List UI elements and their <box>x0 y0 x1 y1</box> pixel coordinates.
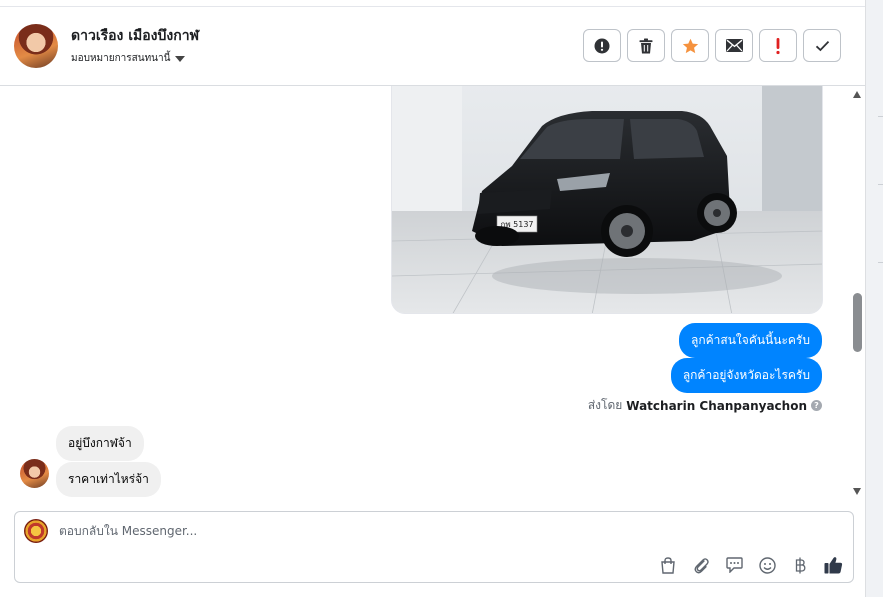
delete-button[interactable] <box>627 29 665 62</box>
exclamation-icon <box>776 37 780 54</box>
scroll-thumb[interactable] <box>853 293 862 352</box>
scroll-down-arrow-icon[interactable] <box>853 488 861 495</box>
assign-label: มอบหมายการสนทนานี้ <box>71 53 171 64</box>
page-avatar <box>24 519 48 543</box>
contact-avatar-small <box>20 459 49 488</box>
message-thread: กพ 5137 ลูกค้าสนใจคันนี้นะครับ ลูกค้าอยู… <box>0 86 865 499</box>
star-button[interactable] <box>671 29 709 62</box>
star-icon <box>682 38 698 53</box>
incoming-message[interactable]: ราคาเท่าไหร่จ้า <box>56 462 161 497</box>
contact-avatar[interactable] <box>14 24 58 68</box>
thread-scrollbar[interactable] <box>850 86 865 499</box>
chat-bubble-icon[interactable] <box>724 555 744 575</box>
scroll-up-arrow-icon[interactable] <box>853 91 861 98</box>
sent-by-label: ส่งโดย Watcharin Chanpanyachon ? <box>588 396 822 415</box>
outgoing-message[interactable]: ลูกค้าอยู่จังหวัดอะไรครับ <box>670 358 822 393</box>
spam-icon <box>594 38 610 53</box>
help-icon[interactable]: ? <box>811 400 822 411</box>
mark-unread-button[interactable] <box>715 29 753 62</box>
assign-conversation-dropdown[interactable]: มอบหมายการสนทนานี้ <box>71 51 186 66</box>
car-photo: กพ 5137 <box>392 86 822 313</box>
conversation-header: ดาวเรือง เมืองบึงกาฬ มอบหมายการสนทนานี้ <box>0 6 865 86</box>
sender-name: Watcharin Chanpanyachon <box>626 398 807 413</box>
thumbs-up-icon[interactable] <box>823 555 843 575</box>
mark-done-button[interactable] <box>803 29 841 62</box>
follow-up-button[interactable] <box>759 29 797 62</box>
emoji-icon[interactable] <box>757 555 777 575</box>
outer-scroll-strip <box>866 0 883 597</box>
check-icon <box>815 40 829 51</box>
outgoing-message[interactable]: ลูกค้าสนใจคันนี้นะครับ <box>679 323 822 358</box>
baht-icon[interactable] <box>790 555 810 575</box>
chevron-down-icon <box>175 55 186 62</box>
message-composer <box>14 511 854 583</box>
spam-button[interactable] <box>583 29 621 62</box>
composer-tools <box>658 555 843 575</box>
shopping-bag-icon[interactable] <box>658 555 678 575</box>
contact-name[interactable]: ดาวเรือง เมืองบึงกาฬ <box>71 25 199 47</box>
trash-icon <box>639 38 653 53</box>
envelope-icon <box>725 39 743 52</box>
conversation-panel: ดาวเรือง เมืองบึงกาฬ มอบหมายการสนทนานี้ <box>0 0 866 597</box>
header-actions <box>583 29 841 62</box>
reply-input[interactable] <box>59 524 759 538</box>
car-photo-attachment[interactable]: กพ 5137 <box>391 86 823 314</box>
sent-by-prefix: ส่งโดย <box>587 398 623 412</box>
paperclip-icon[interactable] <box>691 555 711 575</box>
incoming-message[interactable]: อยู่บึงกาฬจ้า <box>56 426 144 461</box>
